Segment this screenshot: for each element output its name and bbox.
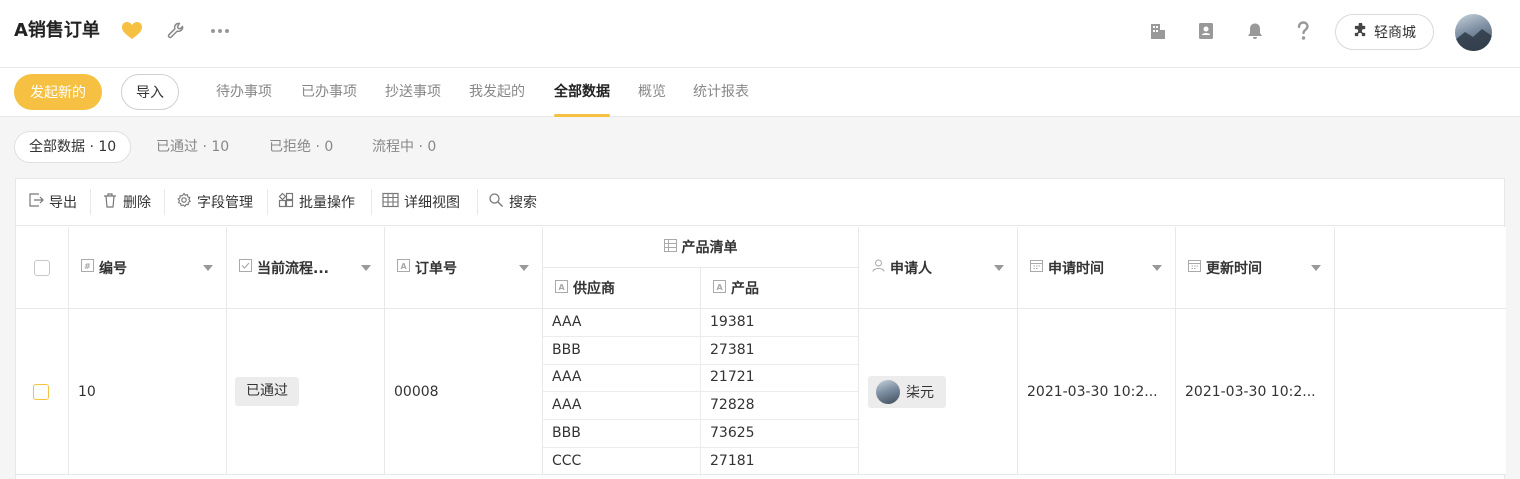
- header-filler: [1335, 227, 1506, 309]
- tab-cc[interactable]: 抄送事项: [385, 68, 441, 117]
- svg-text:A: A: [717, 283, 724, 292]
- select-all-cell: [16, 227, 69, 309]
- svg-text:A: A: [559, 283, 566, 292]
- chevron-down-icon[interactable]: [1152, 264, 1162, 271]
- top-bar: A销售订单 轻商城: [0, 0, 1520, 68]
- cell-update-time: 2021-03-30 10:2...: [1176, 309, 1335, 475]
- user-avatar[interactable]: [1455, 14, 1492, 51]
- tab-reports[interactable]: 统计报表: [693, 68, 749, 117]
- col-header-status[interactable]: 当前流程...: [227, 227, 385, 309]
- tab-initiated[interactable]: 我发起的: [469, 68, 525, 117]
- filter-bar: 全部数据 · 10 已通过 · 10 已拒绝 · 0 流程中 · 0: [0, 118, 1520, 176]
- cell-applicant: 柒元: [859, 309, 1018, 475]
- col-header-order-no[interactable]: A 订单号: [385, 227, 543, 309]
- col-header-supplier[interactable]: A 供应商: [543, 268, 701, 309]
- subrow-product: 21721: [701, 364, 858, 392]
- chevron-down-icon[interactable]: [361, 264, 371, 271]
- app-title: A销售订单: [14, 20, 100, 41]
- start-new-button[interactable]: 发起新的: [14, 74, 102, 110]
- chevron-down-icon[interactable]: [994, 264, 1004, 271]
- subrow-product: 72828: [701, 392, 858, 420]
- mall-button[interactable]: 轻商城: [1335, 14, 1434, 50]
- search-icon: [488, 192, 504, 212]
- subrow-product: 19381: [701, 309, 858, 337]
- filter-rejected[interactable]: 已拒绝 · 0: [269, 131, 333, 163]
- puzzle-icon: [1353, 22, 1368, 42]
- filter-all[interactable]: 全部数据 · 10: [14, 131, 132, 163]
- status-badge: 已通过: [235, 377, 299, 406]
- nav-bar: 发起新的 导入 待办事项 已办事项 抄送事项 我发起的 全部数据 概览 统计报表: [0, 68, 1520, 117]
- subrow-supplier: AAA: [543, 392, 701, 420]
- svg-text:A: A: [401, 262, 408, 271]
- wrench-icon[interactable]: [165, 20, 187, 42]
- help-icon[interactable]: [1291, 19, 1315, 43]
- cell-product-list: AAA 19381 BBB 27381 AAA 21721 AAA 72828 …: [543, 309, 859, 476]
- col-header-id[interactable]: # 编号: [69, 227, 227, 309]
- tab-done[interactable]: 已办事项: [301, 68, 357, 117]
- text-field-icon: A: [555, 279, 568, 297]
- subrow-product: 27381: [701, 337, 858, 365]
- row-select-cell: [16, 309, 69, 475]
- select-all-checkbox[interactable]: [34, 259, 50, 276]
- col-header-update-time[interactable]: 更新时间: [1176, 227, 1335, 309]
- cell-status: 已通过: [227, 309, 385, 475]
- subrow-supplier: AAA: [543, 364, 701, 392]
- row-filler: [1335, 309, 1506, 475]
- subrow-supplier: CCC: [543, 448, 701, 476]
- contacts-icon[interactable]: [1194, 19, 1218, 43]
- heart-icon[interactable]: [121, 20, 143, 42]
- chevron-down-icon[interactable]: [519, 264, 529, 271]
- row-checkbox[interactable]: [33, 384, 49, 400]
- calendar-icon: [1188, 259, 1201, 276]
- filter-in-progress[interactable]: 流程中 · 0: [372, 131, 436, 163]
- cell-id: 10: [69, 309, 227, 475]
- applicant-chip[interactable]: 柒元: [868, 375, 946, 408]
- subrow-supplier: BBB: [543, 337, 701, 365]
- mall-label: 轻商城: [1374, 25, 1416, 41]
- building-icon[interactable]: [1146, 19, 1170, 43]
- subform-icon: [663, 238, 677, 256]
- gear-icon: [176, 192, 192, 212]
- svg-text:#: #: [84, 262, 91, 271]
- col-header-product[interactable]: A 产品: [701, 268, 859, 309]
- table-icon: [382, 192, 399, 212]
- calendar-icon: [1030, 259, 1043, 276]
- avatar: [876, 379, 900, 404]
- grid-icon: [278, 192, 294, 212]
- delete-button[interactable]: 删除: [102, 191, 151, 213]
- chevron-down-icon[interactable]: [1311, 264, 1321, 271]
- cell-order-no: 00008: [385, 309, 543, 475]
- tab-all-data[interactable]: 全部数据: [554, 68, 610, 117]
- trash-icon: [102, 192, 118, 212]
- subrow-product: 73625: [701, 420, 858, 448]
- import-button[interactable]: 导入: [121, 74, 179, 110]
- bell-icon[interactable]: [1243, 19, 1267, 43]
- col-header-applicant[interactable]: 申请人: [859, 227, 1018, 309]
- subrow-product: 27181: [710, 453, 755, 469]
- detail-view-button[interactable]: 详细视图: [382, 191, 460, 213]
- export-button[interactable]: 导出: [28, 191, 77, 213]
- col-header-apply-time[interactable]: 申请时间: [1018, 227, 1176, 309]
- subrow-supplier: AAA: [543, 309, 701, 337]
- batch-operation-button[interactable]: 批量操作: [278, 191, 355, 213]
- user-icon: [872, 259, 885, 276]
- subrow-supplier: BBB: [543, 420, 701, 448]
- search-button[interactable]: 搜索: [488, 191, 537, 213]
- text-field-icon: A: [713, 279, 726, 297]
- export-icon: [28, 192, 44, 212]
- more-icon[interactable]: [209, 20, 231, 42]
- col-header-product-list[interactable]: 产品清单: [543, 227, 859, 268]
- tab-overview[interactable]: 概览: [638, 68, 666, 117]
- text-field-icon: A: [397, 259, 410, 276]
- tab-todo[interactable]: 待办事项: [216, 68, 272, 117]
- hash-icon: #: [81, 259, 94, 276]
- field-manage-button[interactable]: 字段管理: [176, 191, 253, 213]
- table-toolbar: 导出 删除 字段管理 批量操作 详细视图 搜索: [16, 179, 1504, 226]
- data-panel: 导出 删除 字段管理 批量操作 详细视图 搜索 # 编号 当前流程... A 订…: [15, 178, 1506, 479]
- cell-apply-time: 2021-03-30 10:2...: [1018, 309, 1176, 475]
- chevron-down-icon[interactable]: [203, 264, 213, 271]
- check-square-icon: [239, 259, 252, 276]
- filter-approved[interactable]: 已通过 · 10: [156, 131, 229, 163]
